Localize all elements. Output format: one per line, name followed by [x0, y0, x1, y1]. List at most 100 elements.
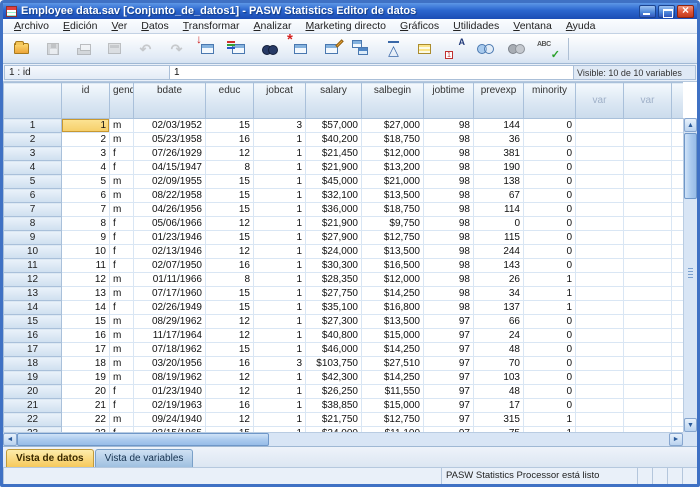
data-cell[interactable]: [576, 147, 624, 161]
data-cell[interactable]: 14: [62, 301, 110, 315]
tab-data-view[interactable]: Vista de datos: [6, 449, 94, 467]
data-cell[interactable]: $16,800: [362, 301, 424, 315]
data-cell[interactable]: 9: [62, 231, 110, 245]
data-cell[interactable]: 1: [254, 371, 306, 385]
data-cell[interactable]: [672, 231, 684, 245]
data-cell[interactable]: 0: [524, 119, 576, 133]
column-header-gender[interactable]: gender: [110, 83, 134, 119]
vertical-scroll-thumb[interactable]: [684, 133, 697, 199]
data-cell[interactable]: [576, 371, 624, 385]
row-header[interactable]: 14: [4, 301, 62, 315]
data-cell[interactable]: 98: [424, 287, 474, 301]
data-cell[interactable]: 08/29/1962: [134, 315, 206, 329]
data-cell[interactable]: 8: [206, 273, 254, 287]
data-cell[interactable]: [672, 273, 684, 287]
data-cell[interactable]: 02/13/1946: [134, 245, 206, 259]
data-cell[interactable]: [576, 399, 624, 413]
find-icon[interactable]: [254, 36, 285, 62]
data-cell[interactable]: [624, 147, 672, 161]
data-cell[interactable]: 1: [254, 287, 306, 301]
row-header[interactable]: 6: [4, 189, 62, 203]
data-cell[interactable]: [624, 175, 672, 189]
data-cell[interactable]: 7: [62, 203, 110, 217]
data-cell[interactable]: [672, 399, 684, 413]
data-cell[interactable]: 1: [254, 203, 306, 217]
split-file-icon[interactable]: [347, 36, 378, 62]
data-cell[interactable]: f: [110, 161, 134, 175]
data-cell[interactable]: 11: [62, 259, 110, 273]
data-cell[interactable]: 01/23/1946: [134, 231, 206, 245]
insert-variable-icon[interactable]: [316, 36, 347, 62]
data-cell[interactable]: [624, 203, 672, 217]
data-cell[interactable]: 0: [524, 231, 576, 245]
data-cell[interactable]: [672, 161, 684, 175]
data-cell[interactable]: [624, 133, 672, 147]
data-cell[interactable]: $24,000: [306, 245, 362, 259]
save-icon[interactable]: [37, 36, 68, 62]
data-cell[interactable]: 12: [206, 315, 254, 329]
data-cell[interactable]: [672, 357, 684, 371]
data-cell[interactable]: [672, 175, 684, 189]
menu-transformar[interactable]: Transformar: [176, 20, 247, 32]
data-cell[interactable]: [576, 301, 624, 315]
data-cell[interactable]: 97: [424, 315, 474, 329]
data-cell[interactable]: [576, 133, 624, 147]
data-cell[interactable]: [624, 189, 672, 203]
data-cell[interactable]: 0: [524, 329, 576, 343]
menu-datos[interactable]: Datos: [134, 20, 175, 32]
data-cell[interactable]: f: [110, 385, 134, 399]
data-cell[interactable]: 11/17/1964: [134, 329, 206, 343]
vertical-splitter-grip[interactable]: [688, 268, 693, 278]
data-cell[interactable]: 05/23/1958: [134, 133, 206, 147]
data-cell[interactable]: $26,250: [306, 385, 362, 399]
data-cell[interactable]: 15: [206, 301, 254, 315]
row-header[interactable]: 18: [4, 357, 62, 371]
data-cell[interactable]: 3: [254, 119, 306, 133]
data-cell[interactable]: [672, 119, 684, 133]
data-cell[interactable]: 97: [424, 357, 474, 371]
data-cell[interactable]: 0: [524, 399, 576, 413]
row-header[interactable]: 12: [4, 273, 62, 287]
data-cell[interactable]: 97: [424, 371, 474, 385]
data-cell[interactable]: 1: [524, 413, 576, 427]
data-cell[interactable]: $13,500: [362, 315, 424, 329]
data-cell[interactable]: $15,000: [362, 399, 424, 413]
column-header-jobtime[interactable]: jobtime: [424, 83, 474, 119]
row-header[interactable]: 16: [4, 329, 62, 343]
scroll-up-icon[interactable]: ▲: [684, 118, 697, 132]
weight-cases-icon[interactable]: △: [378, 36, 409, 62]
data-cell[interactable]: 1: [254, 315, 306, 329]
data-cell[interactable]: 98: [424, 217, 474, 231]
data-cell[interactable]: 1: [524, 301, 576, 315]
data-cell[interactable]: 19: [62, 371, 110, 385]
data-cell[interactable]: 6: [62, 189, 110, 203]
data-cell[interactable]: [576, 413, 624, 427]
data-cell[interactable]: 381: [474, 147, 524, 161]
data-cell[interactable]: 98: [424, 203, 474, 217]
data-cell[interactable]: $12,750: [362, 231, 424, 245]
scroll-left-icon[interactable]: ◄: [3, 433, 17, 446]
data-cell[interactable]: [576, 315, 624, 329]
data-cell[interactable]: 2: [62, 133, 110, 147]
data-cell[interactable]: 02/03/1952: [134, 119, 206, 133]
data-cell[interactable]: m: [110, 175, 134, 189]
data-cell[interactable]: $46,000: [306, 343, 362, 357]
data-cell[interactable]: 07/18/1962: [134, 343, 206, 357]
data-cell[interactable]: 12: [206, 329, 254, 343]
vertical-scrollbar[interactable]: ▲ ▼: [683, 118, 697, 432]
data-cell[interactable]: 4: [62, 161, 110, 175]
data-cell[interactable]: 1: [254, 245, 306, 259]
data-cell[interactable]: 16: [62, 329, 110, 343]
data-cell[interactable]: 3: [254, 357, 306, 371]
data-cell[interactable]: 0: [524, 147, 576, 161]
column-header-salary[interactable]: salary: [306, 83, 362, 119]
row-header[interactable]: 3: [4, 147, 62, 161]
corner-cell[interactable]: [4, 83, 62, 119]
data-cell[interactable]: [672, 133, 684, 147]
column-header-bdate[interactable]: bdate: [134, 83, 206, 119]
menu-utilidades[interactable]: Utilidades: [446, 20, 506, 32]
data-cell[interactable]: 08/22/1958: [134, 189, 206, 203]
data-cell[interactable]: 67: [474, 189, 524, 203]
data-cell[interactable]: 15: [206, 343, 254, 357]
data-cell[interactable]: 15: [206, 287, 254, 301]
